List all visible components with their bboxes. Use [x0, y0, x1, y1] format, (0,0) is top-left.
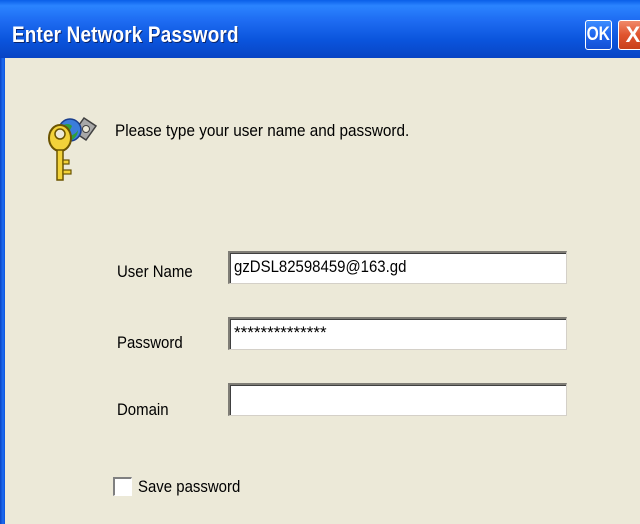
ok-button-label: OK: [586, 24, 611, 45]
network-password-dialog: Enter Network Password OK X Please type …: [0, 0, 640, 524]
close-button[interactable]: X: [618, 20, 640, 50]
user-name-field[interactable]: gzDSL82598459@163.gd: [228, 251, 567, 284]
ok-button[interactable]: OK: [585, 20, 612, 50]
password-value: **************: [234, 323, 327, 342]
user-name-value: gzDSL82598459@163.gd: [234, 257, 407, 276]
window-left-border: [0, 58, 5, 524]
domain-label: Domain: [117, 400, 169, 419]
close-icon: X: [625, 22, 640, 47]
domain-field[interactable]: [228, 383, 567, 416]
instruction-text: Please type your user name and password.: [115, 121, 410, 140]
window-title: Enter Network Password: [12, 22, 239, 47]
save-password-label[interactable]: Save password: [138, 477, 240, 497]
password-field[interactable]: **************: [228, 317, 567, 350]
title-bar[interactable]: Enter Network Password OK X: [0, 0, 640, 58]
save-password-checkbox[interactable]: [113, 477, 132, 496]
password-label: Password: [117, 333, 183, 352]
user-name-label: User Name: [117, 262, 193, 281]
keys-icon: [48, 116, 98, 181]
